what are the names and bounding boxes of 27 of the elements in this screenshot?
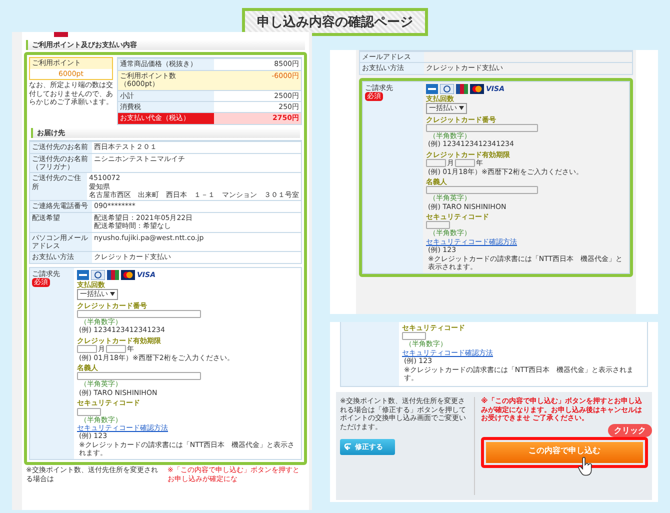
card-logo-icon [91,270,105,280]
callout-bubble: クリック [608,424,652,438]
return-arrow-icon [344,443,352,450]
card-logo-icon [456,84,468,94]
dropdown-arrow-icon [459,106,464,110]
input-field[interactable] [77,310,201,318]
hand-cursor-icon [577,456,593,476]
photo-placeholder [54,32,68,37]
input-field[interactable] [426,221,450,230]
input-field[interactable] [426,124,538,132]
dropdown-arrow-icon [110,292,115,296]
card-logo-icon [77,270,89,280]
input-field[interactable] [426,186,538,194]
input-field[interactable] [77,408,101,416]
input-field[interactable] [402,332,426,340]
label-column-background [341,322,399,386]
input-field[interactable] [77,345,97,354]
card-logo-icon [470,84,484,94]
input-field[interactable] [455,159,475,168]
input-field[interactable] [106,345,126,354]
input-field[interactable] [426,159,446,168]
card-logo-icon [440,84,454,94]
card-logo-icon [121,270,135,280]
page-title: 申し込み内容の確認ページ [242,8,428,36]
card-logo-icon [426,84,438,94]
input-field[interactable] [77,372,201,380]
card-logo-icon [107,270,119,280]
